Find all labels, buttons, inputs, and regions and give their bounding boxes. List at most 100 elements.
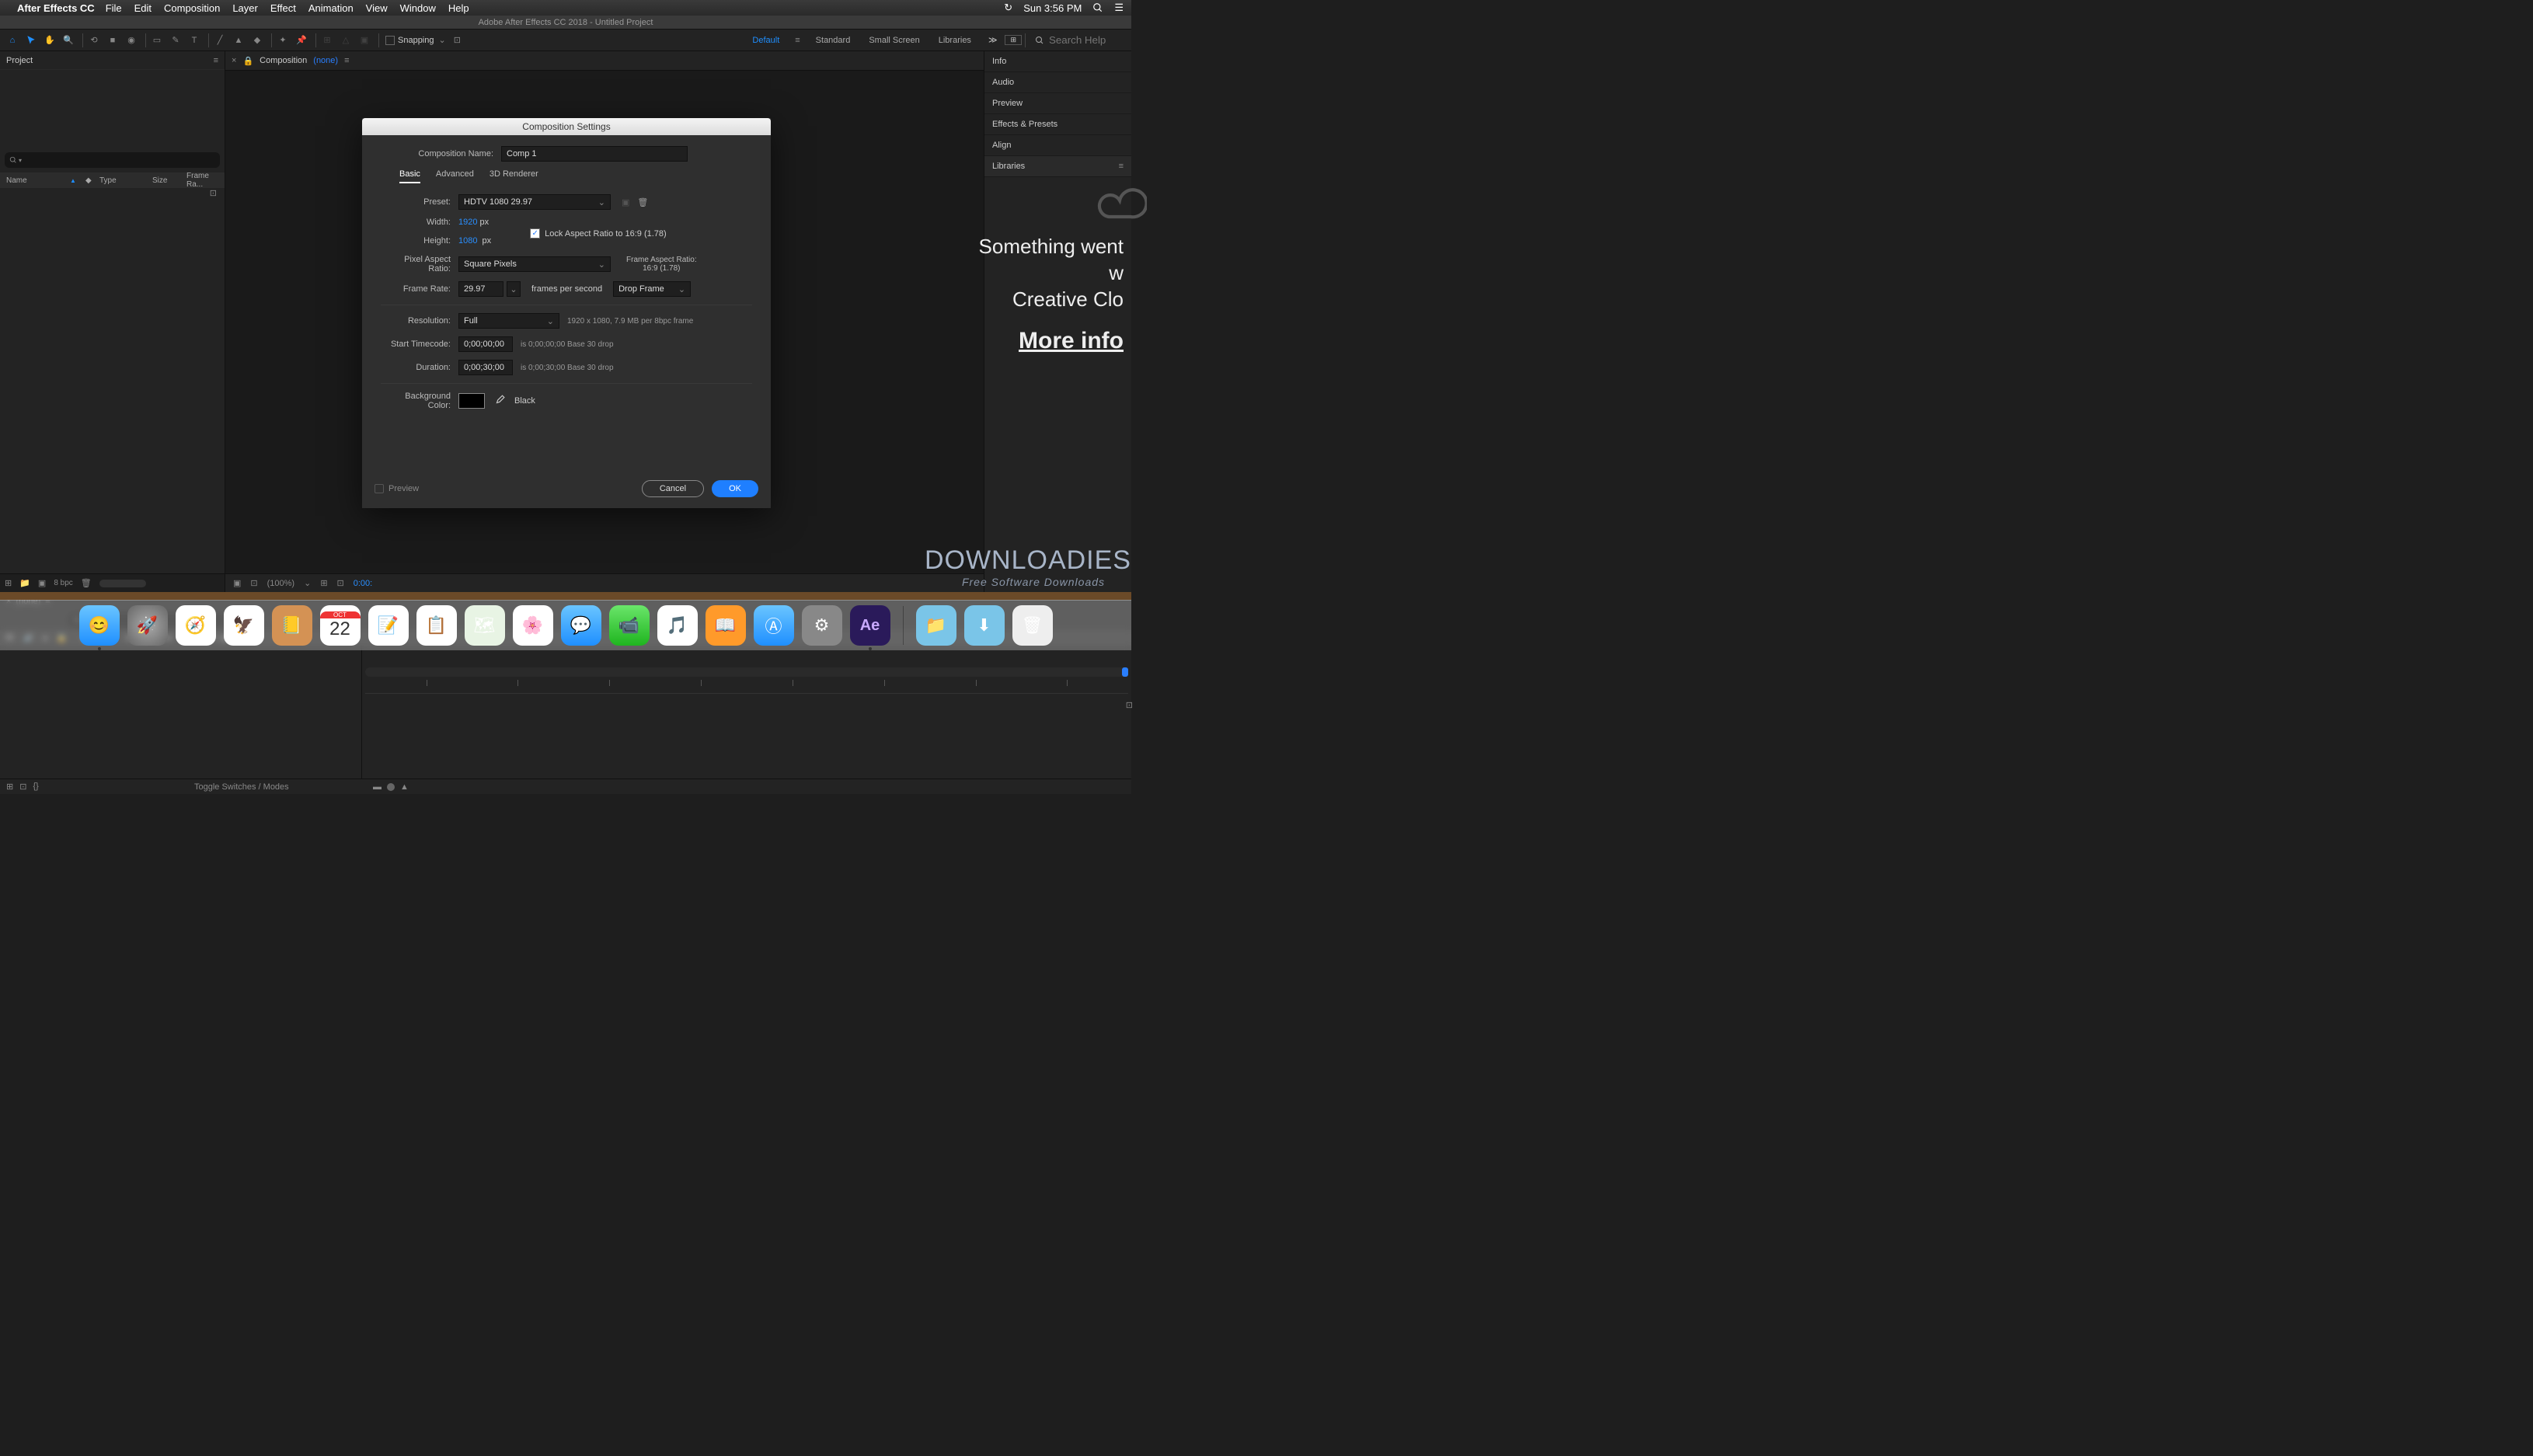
tab-3d-renderer[interactable]: 3D Renderer	[490, 169, 538, 183]
dock-messages[interactable]: 💬	[561, 605, 601, 646]
panel-menu-icon[interactable]: ≡	[1119, 162, 1124, 171]
par-select[interactable]: Square Pixels⌄	[458, 256, 611, 272]
roto-brush-tool-icon[interactable]: ✦	[275, 33, 291, 48]
timeline-navigator[interactable]	[365, 667, 1128, 677]
panel-preview[interactable]: Preview	[984, 93, 1131, 114]
always-preview-icon[interactable]: ▣	[233, 578, 241, 588]
project-items-list[interactable]	[0, 199, 225, 573]
menu-window[interactable]: Window	[400, 2, 436, 14]
panel-info[interactable]: Info	[984, 51, 1131, 72]
preset-select[interactable]: HDTV 1080 29.97⌄	[458, 194, 611, 210]
camera-tool-icon[interactable]: ■	[105, 33, 120, 48]
app-name[interactable]: After Effects CC	[17, 2, 95, 14]
bgcolor-swatch[interactable]	[458, 393, 485, 409]
dock-safari[interactable]: 🧭	[176, 605, 216, 646]
selection-tool-icon[interactable]	[23, 33, 39, 48]
tab-advanced[interactable]: Advanced	[436, 169, 474, 183]
col-size[interactable]: Size	[152, 176, 167, 185]
more-info-link[interactable]: More info	[968, 328, 1124, 354]
dock-itunes[interactable]: 🎵	[657, 605, 698, 646]
dock-system-preferences[interactable]: ⚙	[802, 605, 842, 646]
thumbnail-slider[interactable]	[99, 580, 146, 587]
workspace-libraries[interactable]: Libraries	[929, 30, 981, 51]
workspace-standard[interactable]: Standard	[807, 30, 860, 51]
dock-reminders[interactable]: 📋	[416, 605, 457, 646]
current-time[interactable]: 0:00:	[354, 579, 372, 588]
hand-tool-icon[interactable]: ✋	[42, 33, 57, 48]
dock-finder[interactable]: 😊	[79, 605, 120, 646]
toggle-switches-modes[interactable]: Toggle Switches / Modes	[194, 782, 289, 792]
panel-effects-presets[interactable]: Effects & Presets	[984, 114, 1131, 135]
timeline-layer-list[interactable]	[0, 646, 362, 779]
dock-mail[interactable]: 🦅	[224, 605, 264, 646]
search-help-input[interactable]	[1049, 34, 1127, 46]
width-value[interactable]: 1920	[458, 218, 477, 227]
world-axis-icon[interactable]: △	[338, 33, 354, 48]
expand-panel-icon[interactable]: ⊡	[1126, 700, 1133, 710]
view-axis-icon[interactable]: ▣	[357, 33, 372, 48]
snapping-toggle[interactable]: Snapping ⌄ ⊡	[385, 35, 461, 45]
panel-audio[interactable]: Audio	[984, 72, 1131, 93]
snap-edge-icon[interactable]: ⊡	[454, 35, 461, 45]
toggle-switches-icon[interactable]: ⊞	[6, 782, 13, 792]
dock-photos[interactable]: 🌸	[513, 605, 553, 646]
preview-checkbox-row[interactable]: Preview	[375, 484, 419, 493]
lock-aspect-checkbox[interactable]: ✓	[530, 228, 540, 239]
clock[interactable]: Sun 3:56 PM	[1023, 2, 1082, 14]
menu-file[interactable]: File	[106, 2, 122, 14]
cc-sync-icon[interactable]: ↻	[1004, 2, 1012, 14]
eraser-tool-icon[interactable]: ◆	[249, 33, 265, 48]
col-framerate[interactable]: Frame Ra...	[186, 172, 225, 189]
local-axis-icon[interactable]: ⊞	[319, 33, 335, 48]
dock-after-effects[interactable]: Ae	[850, 605, 890, 646]
project-search-input[interactable]: ▾	[5, 152, 220, 168]
resolution-select[interactable]: Full⌄	[458, 313, 559, 329]
snapping-checkbox[interactable]	[385, 36, 395, 45]
rectangle-tool-icon[interactable]: ▭	[149, 33, 165, 48]
resolution-icon[interactable]: ⊞	[320, 578, 327, 588]
comp-name-input[interactable]	[501, 146, 688, 162]
col-label-icon[interactable]: ◆	[85, 176, 92, 185]
brush-tool-icon[interactable]: ╱	[212, 33, 228, 48]
dock-calendar[interactable]: OCT 22	[320, 605, 361, 646]
sort-arrow-icon[interactable]: ▲	[70, 177, 76, 184]
workspace-default[interactable]: Default	[743, 30, 789, 51]
clone-stamp-tool-icon[interactable]: ▲	[231, 33, 246, 48]
panel-menu-icon[interactable]: ≡	[344, 56, 349, 65]
cancel-button[interactable]: Cancel	[642, 480, 704, 497]
framerate-input[interactable]: 29.97	[458, 281, 503, 297]
dock-notes[interactable]: 📝	[368, 605, 409, 646]
preview-checkbox[interactable]	[375, 484, 384, 493]
dock-appstore[interactable]: Ⓐ	[754, 605, 794, 646]
panel-menu-icon[interactable]: ≡	[214, 56, 218, 65]
timeline-ruler[interactable]	[365, 680, 1128, 694]
new-comp-icon[interactable]: ▣	[38, 578, 46, 588]
workspace-small-screen[interactable]: Small Screen	[859, 30, 929, 51]
spotlight-icon[interactable]	[1092, 2, 1103, 13]
zoom-level[interactable]: (100%)	[267, 579, 294, 588]
menu-help[interactable]: Help	[448, 2, 469, 14]
zoom-tool-icon[interactable]: 🔍	[61, 33, 76, 48]
zoom-slider[interactable]	[387, 783, 395, 791]
workspace-reset-icon[interactable]: ⊞	[1005, 35, 1022, 45]
menu-animation[interactable]: Animation	[308, 2, 354, 14]
duration-input[interactable]	[458, 360, 513, 375]
home-icon[interactable]: ⌂	[5, 33, 20, 48]
bpc-toggle[interactable]: 8 bpc	[54, 579, 72, 587]
col-type[interactable]: Type	[99, 176, 117, 185]
menu-edit[interactable]: Edit	[134, 2, 152, 14]
lock-icon[interactable]: 🔒	[242, 56, 253, 66]
dock-ibooks[interactable]: 📖	[706, 605, 746, 646]
save-preset-icon[interactable]: ▣	[622, 197, 629, 207]
menu-view[interactable]: View	[366, 2, 388, 14]
dock-downloads-folder[interactable]: ⬇	[964, 605, 1005, 646]
puppet-tool-icon[interactable]: 📌	[294, 33, 309, 48]
project-panel-tab[interactable]: Project ≡	[0, 51, 225, 70]
menu-layer[interactable]: Layer	[232, 2, 258, 14]
interpret-footage-icon[interactable]: ⊞	[5, 578, 12, 588]
eyedropper-icon[interactable]	[494, 395, 507, 407]
ok-button[interactable]: OK	[712, 480, 758, 497]
transparency-grid-icon[interactable]: ⊡	[250, 578, 257, 588]
delete-icon[interactable]: 🗑	[81, 578, 92, 588]
start-timecode-input[interactable]	[458, 336, 513, 352]
